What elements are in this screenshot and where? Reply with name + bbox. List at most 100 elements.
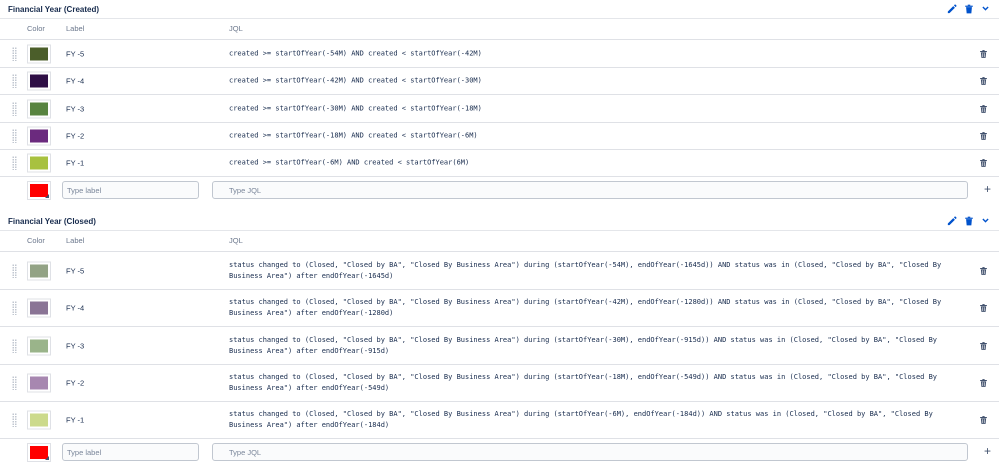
section-title: Financial Year (Created)	[8, 5, 99, 14]
color-swatch	[30, 102, 48, 115]
delete-row-icon[interactable]	[979, 341, 988, 351]
chevron-down-icon[interactable]	[980, 215, 991, 226]
add-row-icon[interactable]: +	[984, 444, 991, 458]
color-picker[interactable]	[27, 261, 51, 280]
row-jql: status changed to (Closed, "Closed by BA…	[229, 373, 938, 392]
drag-handle-icon[interactable]	[12, 101, 17, 116]
column-header-color: Color	[27, 24, 45, 33]
new-label-input[interactable]	[62, 181, 199, 199]
section-title: Financial Year (Closed)	[8, 217, 96, 226]
row-jql: status changed to (Closed, "Closed by BA…	[229, 298, 942, 317]
new-jql-input[interactable]	[212, 443, 968, 461]
financial-year-section: Financial Year (Created) Color Label JQL…	[0, 0, 999, 203]
row-jql: status changed to (Closed, "Closed by BA…	[229, 410, 933, 429]
delete-row-icon[interactable]	[979, 131, 988, 141]
row-jql: created >= startOfYear(-6M) AND created …	[229, 158, 470, 167]
column-header-label: Label	[66, 236, 85, 245]
row-jql: created >= startOfYear(-42M) AND created…	[229, 76, 482, 85]
financial-year-section: Financial Year (Closed) Color Label JQL …	[0, 212, 999, 465]
delete-row-icon[interactable]	[979, 76, 988, 86]
table-row: FY -2 status changed to (Closed, "Closed…	[0, 364, 999, 401]
new-color-picker[interactable]	[27, 181, 51, 200]
row-label: FY -5	[66, 266, 85, 275]
delete-row-icon[interactable]	[979, 266, 988, 276]
color-swatch	[30, 47, 48, 60]
color-picker[interactable]	[27, 410, 51, 430]
color-swatch	[30, 74, 48, 88]
column-headers: Color Label JQL	[0, 19, 999, 39]
drag-handle-icon[interactable]	[12, 46, 17, 61]
drag-handle-icon[interactable]	[12, 74, 17, 88]
column-headers: Color Label JQL	[0, 231, 999, 251]
column-header-label: Label	[66, 24, 85, 33]
section-actions	[946, 215, 991, 226]
column-header-jql: JQL	[229, 236, 243, 245]
new-color-swatch	[30, 184, 49, 198]
row-jql: status changed to (Closed, "Closed by BA…	[229, 260, 942, 280]
new-row: +	[0, 176, 999, 203]
drag-handle-icon[interactable]	[12, 338, 17, 353]
color-swatch	[30, 301, 48, 315]
section-header: Financial Year (Created)	[0, 0, 999, 19]
column-header-jql: JQL	[229, 24, 243, 33]
color-swatch	[30, 339, 48, 352]
color-picker[interactable]	[27, 153, 51, 173]
row-label: FY -3	[66, 104, 85, 113]
drag-handle-icon[interactable]	[12, 263, 17, 278]
chevron-down-icon[interactable]	[980, 3, 991, 14]
row-jql: status changed to (Closed, "Closed by BA…	[229, 335, 938, 355]
drag-handle-icon[interactable]	[12, 301, 17, 315]
delete-section-icon[interactable]	[963, 215, 974, 226]
row-label: FY -1	[66, 158, 85, 168]
color-swatch	[30, 156, 48, 170]
add-row-icon[interactable]: +	[984, 182, 991, 196]
new-color-swatch	[30, 446, 49, 460]
drag-handle-icon[interactable]	[12, 156, 17, 170]
delete-row-icon[interactable]	[979, 303, 988, 313]
delete-section-icon[interactable]	[963, 3, 974, 14]
color-picker[interactable]	[27, 71, 51, 91]
row-label: FY -5	[66, 49, 85, 58]
drag-handle-icon[interactable]	[12, 413, 17, 427]
row-label: FY -4	[66, 76, 85, 86]
section-actions	[946, 3, 991, 14]
section-header: Financial Year (Closed)	[0, 212, 999, 231]
color-picker[interactable]	[27, 373, 51, 393]
color-picker[interactable]	[27, 44, 51, 63]
color-picker[interactable]	[27, 298, 51, 318]
row-jql: created >= startOfYear(-54M) AND created…	[229, 49, 482, 57]
table-row: FY -5 created >= startOfYear(-54M) AND c…	[0, 39, 999, 67]
edit-pencil-icon[interactable]	[946, 3, 957, 14]
new-label-input[interactable]	[62, 443, 199, 461]
color-picker[interactable]	[27, 99, 51, 118]
color-picker[interactable]	[27, 336, 51, 355]
table-row: FY -1 created >= startOfYear(-6M) AND cr…	[0, 149, 999, 176]
row-label: FY -2	[66, 378, 85, 388]
delete-row-icon[interactable]	[979, 104, 988, 114]
table-row: FY -4 created >= startOfYear(-42M) AND c…	[0, 67, 999, 94]
column-header-color: Color	[27, 236, 45, 245]
delete-row-icon[interactable]	[979, 49, 988, 59]
drag-handle-icon[interactable]	[12, 129, 17, 143]
delete-row-icon[interactable]	[979, 415, 988, 425]
table-row: FY -1 status changed to (Closed, "Closed…	[0, 401, 999, 438]
table-row: FY -4 status changed to (Closed, "Closed…	[0, 289, 999, 326]
edit-pencil-icon[interactable]	[946, 215, 957, 226]
new-color-picker[interactable]	[27, 443, 51, 462]
color-swatch	[30, 376, 48, 390]
delete-row-icon[interactable]	[979, 158, 988, 168]
delete-row-icon[interactable]	[979, 378, 988, 388]
color-picker[interactable]	[27, 126, 51, 146]
row-label: FY -2	[66, 131, 85, 141]
new-jql-input[interactable]	[212, 181, 968, 199]
color-swatch	[30, 264, 48, 277]
table-row: FY -3 status changed to (Closed, "Closed…	[0, 326, 999, 364]
row-jql: created >= startOfYear(-30M) AND created…	[229, 104, 482, 112]
table-row: FY -5 status changed to (Closed, "Closed…	[0, 251, 999, 289]
table-row: FY -3 created >= startOfYear(-30M) AND c…	[0, 94, 999, 122]
row-label: FY -4	[66, 303, 85, 313]
new-row: +	[0, 438, 999, 465]
drag-handle-icon[interactable]	[12, 376, 17, 390]
color-swatch	[30, 129, 48, 143]
row-jql: created >= startOfYear(-18M) AND created…	[229, 131, 478, 140]
